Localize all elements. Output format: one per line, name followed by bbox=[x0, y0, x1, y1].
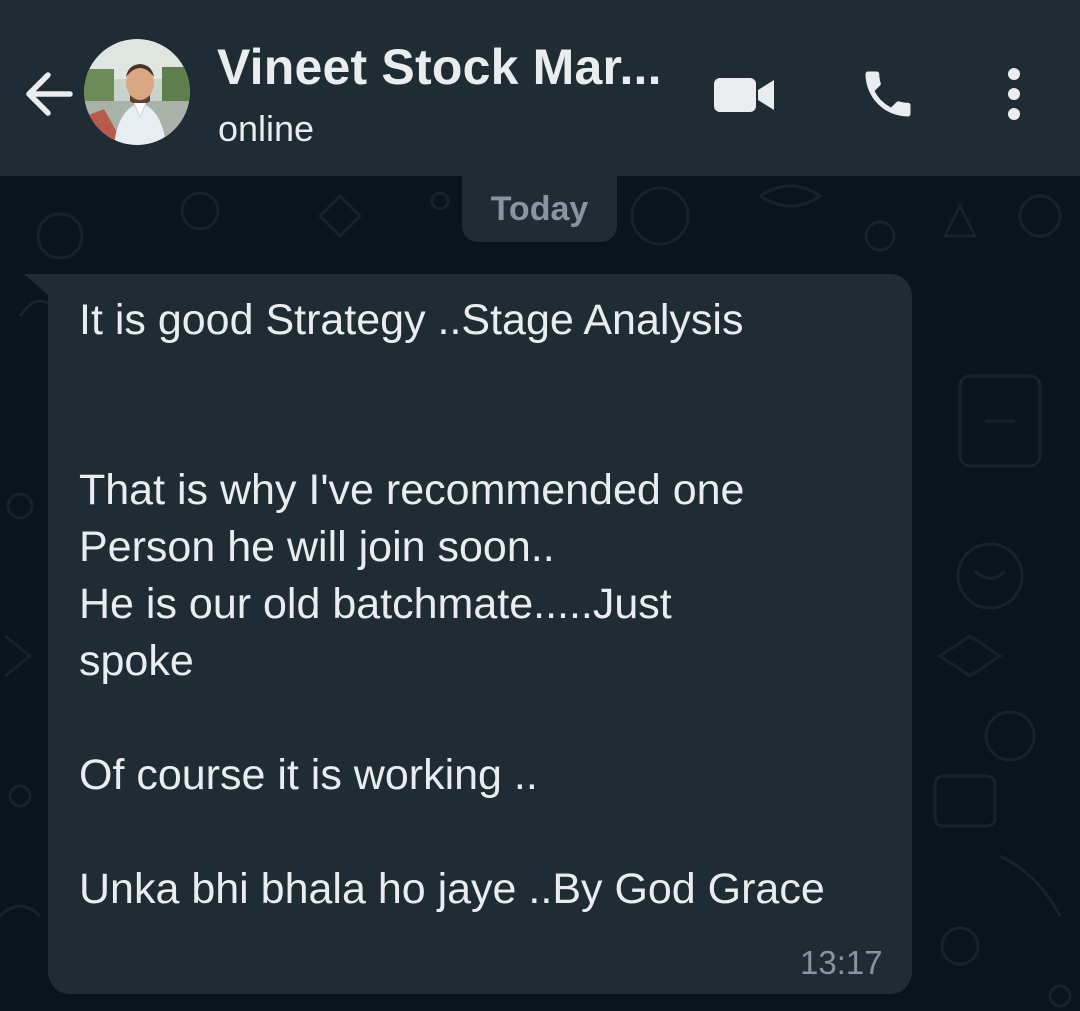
message-line: Person he will join soon.. bbox=[79, 523, 555, 571]
message-line: Of course it is working .. bbox=[79, 751, 538, 799]
arrow-left-icon[interactable] bbox=[18, 62, 82, 126]
contact-name[interactable]: Vineet Stock Mar... bbox=[217, 38, 662, 96]
message-timestamp: 13:17 bbox=[800, 944, 883, 981]
date-label: Today bbox=[490, 189, 589, 228]
more-vertical-icon[interactable] bbox=[994, 62, 1034, 126]
message-line: spoke bbox=[79, 637, 194, 685]
video-camera-icon[interactable] bbox=[710, 70, 780, 120]
avatar[interactable] bbox=[84, 39, 190, 145]
phone-icon[interactable] bbox=[858, 64, 918, 124]
date-separator: Today bbox=[462, 176, 617, 242]
message-line: He is our old batchmate.....Just bbox=[79, 580, 672, 628]
message-line: It is good Strategy ..Stage Analysis bbox=[79, 296, 744, 344]
chat-header: Vineet Stock Mar... online bbox=[0, 0, 1080, 176]
message-line: That is why I've recommended one bbox=[79, 466, 745, 514]
message-line: Unka bhi bhala ho jaye ..By God Grace bbox=[79, 865, 825, 913]
chat-screen: Vineet Stock Mar... online Today It is g… bbox=[0, 0, 1080, 1011]
contact-status: online bbox=[218, 108, 315, 149]
